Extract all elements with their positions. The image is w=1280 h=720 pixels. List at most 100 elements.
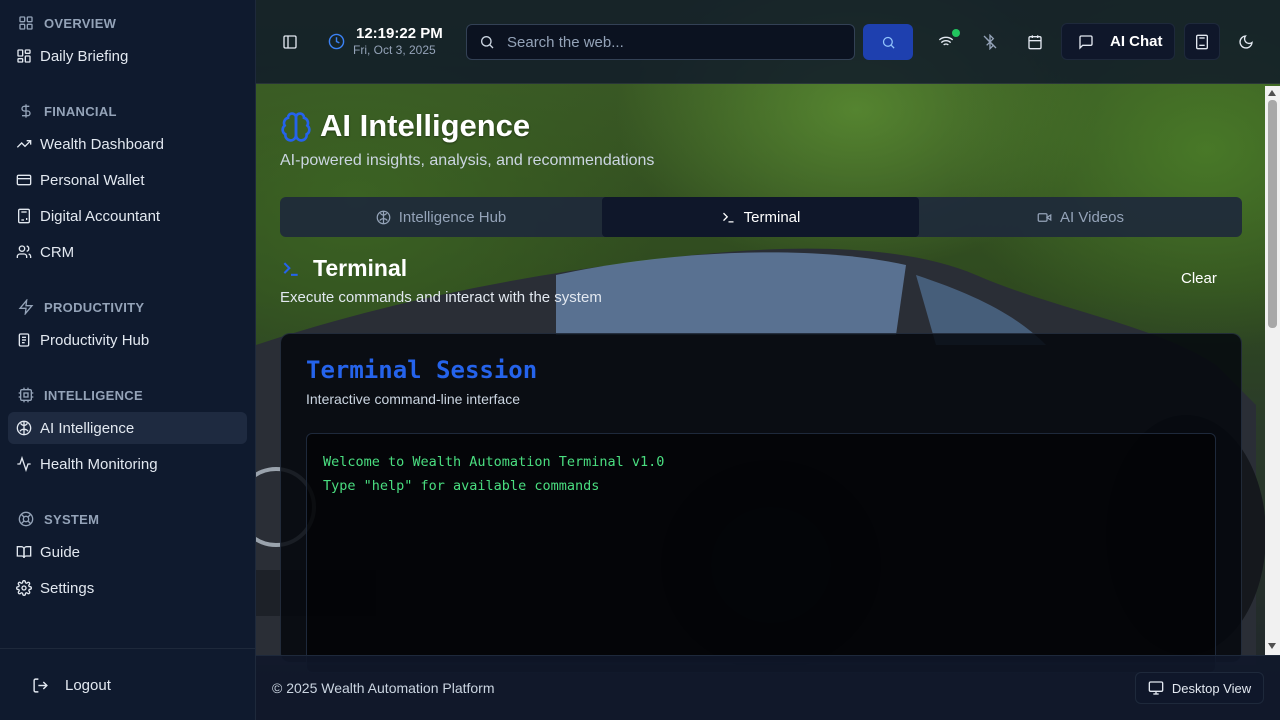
users-icon [16, 245, 32, 258]
clock-icon [328, 33, 345, 50]
tab-bar: Intelligence Hub Terminal AI Videos [280, 197, 1242, 237]
grid-icon [17, 49, 31, 63]
sidebar-item-digital-accountant[interactable]: Digital Accountant [8, 200, 247, 232]
sidebar-item-productivity-hub[interactable]: Productivity Hub [8, 324, 247, 356]
gear-icon [16, 580, 32, 596]
logout-label: Logout [65, 676, 111, 694]
zap-icon [18, 299, 34, 315]
sidebar-item-crm[interactable]: CRM [8, 236, 247, 268]
current-time: 12:19:22 PM [356, 25, 443, 42]
search-box [466, 24, 855, 60]
page-subtitle: AI-powered insights, analysis, and recom… [280, 152, 655, 169]
sidebar: OVERVIEW Daily Briefing FINANCIAL Wealth… [0, 0, 256, 720]
main-area: 12:19:22 PM Fri, Oct 3, 2025 AI Chat [256, 0, 1280, 720]
calendar-icon [1028, 35, 1042, 50]
section-financial: FINANCIAL [18, 99, 117, 123]
trending-up-icon [16, 140, 32, 148]
monitor-icon [1148, 681, 1164, 695]
bluetooth-off-button[interactable] [972, 24, 1008, 60]
sidebar-item-wealth-dashboard[interactable]: Wealth Dashboard [8, 128, 247, 160]
wallet-icon [16, 174, 32, 186]
section-productivity-title: PRODUCTIVITY [44, 299, 145, 315]
search-icon [481, 36, 494, 49]
tab-terminal[interactable]: Terminal [602, 197, 919, 237]
sidebar-item-guide[interactable]: Guide [8, 536, 247, 568]
calendar-button[interactable] [1017, 24, 1053, 60]
video-icon [1037, 212, 1052, 222]
sidebar-item-label: Digital Accountant [40, 207, 161, 225]
section-intelligence: INTELLIGENCE [18, 383, 143, 407]
current-date: Fri, Oct 3, 2025 [353, 43, 436, 57]
sidebar-item-label: Productivity Hub [40, 331, 150, 349]
sidebar-item-daily-briefing[interactable]: Daily Briefing [8, 40, 247, 72]
sidebar-item-label: Health Monitoring [40, 455, 158, 473]
scrollbar[interactable] [1265, 86, 1280, 655]
page-title: AI Intelligence [320, 108, 531, 143]
moon-icon [1239, 35, 1253, 49]
calculator-button[interactable] [1184, 23, 1220, 60]
logout-button[interactable]: Logout [32, 672, 111, 698]
theme-toggle-button[interactable] [1228, 24, 1264, 60]
calculator-icon [1196, 34, 1208, 49]
brain-icon [281, 112, 311, 142]
book-icon [16, 546, 32, 559]
sidebar-item-personal-wallet[interactable]: Personal Wallet [8, 164, 247, 196]
search-input[interactable] [507, 33, 827, 51]
section-financial-title: FINANCIAL [44, 103, 117, 119]
section-intelligence-title: INTELLIGENCE [44, 387, 143, 403]
top-bar: 12:19:22 PM Fri, Oct 3, 2025 AI Chat [256, 0, 1280, 84]
terminal-line: Type "help" for available commands [323, 478, 600, 494]
grid-icon [19, 16, 33, 30]
brain-icon [376, 210, 391, 224]
card-subtitle[interactable]: Interactive command-line interface [306, 391, 520, 407]
tab-ai-videos[interactable]: AI Videos [919, 197, 1242, 237]
sidebar-divider [0, 648, 256, 649]
scroll-up-arrow[interactable] [1268, 90, 1276, 96]
sidebar-item-label: Guide [40, 543, 81, 561]
sidebar-item-health-monitoring[interactable]: Health Monitoring [8, 448, 247, 480]
scrollbar-thumb[interactable] [1268, 100, 1277, 328]
logout-icon [33, 677, 48, 693]
terminal-icon [283, 262, 298, 276]
activity-icon [17, 456, 31, 472]
ai-chat-button[interactable]: AI Chat [1061, 23, 1175, 60]
search-icon [882, 36, 895, 49]
desktop-view-label: Desktop View [1171, 680, 1252, 696]
terminal-output[interactable]: Welcome to Wealth Automation Terminal v1… [306, 433, 1216, 673]
dollar-icon [21, 104, 31, 118]
sidebar-item-settings[interactable]: Settings [8, 572, 247, 604]
copyright-text: © 2025 Wealth Automation Platform [272, 680, 495, 696]
terminal-icon [722, 212, 734, 222]
section-productivity: PRODUCTIVITY [18, 295, 144, 319]
section-system-title: SYSTEM [44, 511, 100, 527]
lifebuoy-icon [18, 511, 34, 527]
tab-label: AI Videos [1060, 208, 1124, 226]
tab-label: Intelligence Hub [398, 208, 507, 226]
card-title: Terminal Session [306, 356, 538, 384]
sidebar-item-label: Personal Wallet [40, 171, 145, 189]
desktop-view-button[interactable]: Desktop View [1135, 672, 1264, 704]
sidebar-item-ai-intelligence[interactable]: AI Intelligence [8, 412, 247, 444]
message-icon [1079, 34, 1093, 50]
ai-chat-label: AI Chat [1110, 33, 1163, 50]
sidebar-toggle-button[interactable] [272, 24, 308, 60]
clear-button[interactable]: Clear [1181, 270, 1217, 287]
sidebar-item-label: CRM [40, 243, 75, 261]
section-overview-title: OVERVIEW [44, 15, 117, 31]
scroll-down-arrow[interactable] [1268, 643, 1276, 649]
bluetooth-off-icon [983, 34, 997, 50]
tab-label: Terminal [743, 208, 801, 226]
online-status-dot [952, 29, 960, 37]
calculator-icon [18, 208, 30, 224]
sidebar-item-label: Daily Briefing [40, 47, 129, 65]
section-system: SYSTEM [18, 507, 99, 531]
terminal-line: Welcome to Wealth Automation Terminal v1… [323, 454, 665, 470]
section-overview: OVERVIEW [18, 11, 116, 35]
search-submit-button[interactable] [863, 24, 913, 60]
sidebar-toggle-icon [283, 35, 297, 49]
section-subtitle: Execute commands and interact with the s… [280, 289, 602, 306]
sidebar-item-label: Settings [40, 579, 95, 597]
clipboard-icon [18, 333, 30, 347]
cpu-icon [18, 387, 34, 403]
tab-intelligence-hub[interactable]: Intelligence Hub [280, 197, 602, 237]
